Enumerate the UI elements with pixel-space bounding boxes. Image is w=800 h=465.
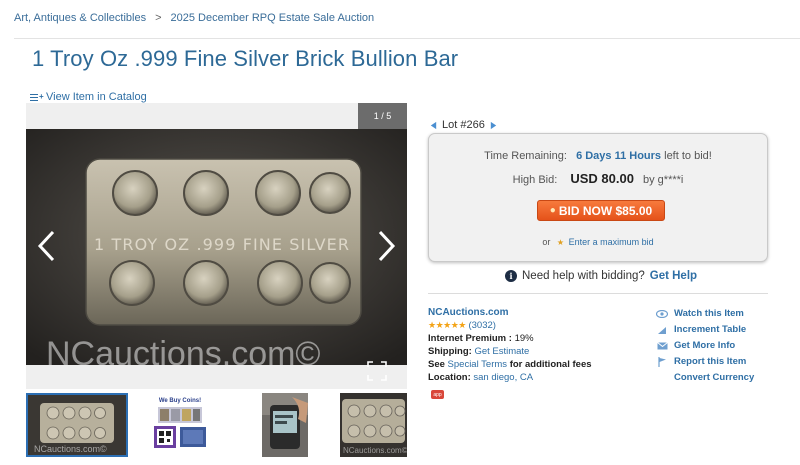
- header-divider: [14, 38, 800, 39]
- bid-bulb-icon: ●: [549, 205, 556, 216]
- premium-value: 19%: [514, 333, 534, 344]
- lot-navigation: Lot #266: [429, 119, 498, 131]
- bid-panel: Time Remaining: 6 Days 11 Hours left to …: [428, 133, 768, 262]
- seller-name-link[interactable]: NCAuctions.com: [428, 307, 509, 318]
- get-more-info-action[interactable]: Get More Info: [656, 338, 754, 354]
- breadcrumb-category[interactable]: Art, Antiques & Collectibles: [14, 12, 146, 24]
- image-viewer: 1 TROY OZ .999 FINE SILVER NCauctions.co…: [26, 103, 407, 389]
- thumbnail-4-watermark: NCauctions.com©: [343, 446, 407, 455]
- photo-watermark: NCauctions.com©: [46, 335, 320, 365]
- breadcrumb-separator: >: [155, 12, 162, 24]
- thumbnail-3-image: [262, 393, 308, 457]
- max-bid-star-icon: ★: [556, 238, 565, 247]
- section-divider: [428, 293, 768, 294]
- shipping-label: Shipping:: [428, 346, 472, 357]
- seller-rating-stars-icon: ★★★★★: [428, 320, 466, 330]
- item-actions: Watch this Item Increment Table Get More…: [656, 306, 754, 386]
- bid-now-button[interactable]: ● BID NOW $85.00: [537, 200, 665, 221]
- increment-table-action[interactable]: Increment Table: [656, 322, 754, 338]
- next-image-arrow[interactable]: [375, 229, 397, 263]
- bidding-help: i Need help with bidding? Get Help: [505, 270, 697, 282]
- max-bid-row: or ★ Enter a maximum bid: [429, 237, 767, 247]
- page-title: 1 Troy Oz .999 Fine Silver Brick Bullion…: [32, 46, 459, 71]
- high-bid-label: High Bid:: [512, 174, 558, 186]
- next-lot-icon[interactable]: [489, 121, 498, 130]
- previous-image-arrow[interactable]: [36, 229, 58, 263]
- time-remaining-suffix: left to bid!: [664, 150, 712, 162]
- help-text: Need help with bidding?: [522, 270, 645, 282]
- time-remaining-value: 6 Days 11 Hours: [576, 150, 662, 162]
- lot-number: Lot #266: [442, 119, 485, 131]
- thumbnail-1-watermark: NCauctions.com©: [34, 444, 107, 454]
- location-label: Location:: [428, 372, 471, 383]
- seller-info: NCAuctions.com ★★★★★ (3032) Internet Pre…: [428, 306, 592, 384]
- convert-currency-label: Convert Currency: [674, 372, 755, 383]
- main-item-photo: 1 TROY OZ .999 FINE SILVER NCauctions.co…: [26, 129, 407, 365]
- get-help-link[interactable]: Get Help: [650, 270, 697, 282]
- thumbnail-1-image: NCauctions.com©: [28, 395, 126, 455]
- thumbnail-1[interactable]: NCauctions.com©: [26, 393, 128, 457]
- previous-lot-icon[interactable]: [429, 121, 438, 130]
- watch-item-action[interactable]: Watch this Item: [656, 306, 754, 322]
- special-terms-link[interactable]: Special Terms: [448, 359, 508, 370]
- get-more-info-label: Get More Info: [674, 340, 736, 351]
- eye-icon: [656, 309, 668, 319]
- thumbnail-4[interactable]: NCauctions.com©: [340, 393, 407, 457]
- high-bid-row: High Bid: USD 80.00 by g****i: [429, 171, 767, 186]
- bid-now-label: BID NOW $85.00: [558, 203, 653, 218]
- thumbnail-strip: NCauctions.com© We Buy Coins! NCauctions…: [26, 393, 407, 457]
- see-label: See: [428, 359, 445, 370]
- currency-icon-placeholder: [656, 373, 668, 383]
- catalog-list-icon: +: [30, 92, 44, 102]
- convert-currency-action[interactable]: Convert Currency: [656, 370, 754, 386]
- high-bid-amount: USD 80.00: [570, 171, 634, 186]
- increment-chart-icon: [656, 325, 668, 335]
- flag-icon: [656, 357, 668, 367]
- app-badge-icon: app: [431, 390, 444, 399]
- premium-label: Internet Premium :: [428, 333, 512, 344]
- high-bidder: by g****i: [643, 174, 684, 186]
- thumbnail-3[interactable]: [262, 393, 308, 457]
- time-remaining-label: Time Remaining:: [484, 150, 567, 162]
- thumbnail-2[interactable]: We Buy Coins!: [150, 393, 210, 457]
- bar-inscription: 1 TROY OZ .999 FINE SILVER: [94, 235, 349, 254]
- thumbnail-4-image: NCauctions.com©: [340, 393, 407, 457]
- fullscreen-icon[interactable]: [367, 361, 387, 381]
- breadcrumb-auction[interactable]: 2025 December RPQ Estate Sale Auction: [171, 12, 375, 24]
- catalog-link-label: View Item in Catalog: [46, 91, 147, 103]
- report-item-action[interactable]: Report this Item: [656, 354, 754, 370]
- thumbnail-2-image: We Buy Coins!: [150, 393, 210, 457]
- max-bid-prefix: or: [542, 237, 551, 247]
- thumbnail-2-caption: We Buy Coins!: [159, 398, 201, 404]
- envelope-icon: [656, 341, 668, 351]
- report-item-label: Report this Item: [674, 356, 747, 367]
- shipping-estimate-link[interactable]: Get Estimate: [474, 346, 529, 357]
- time-remaining-row: Time Remaining: 6 Days 11 Hours left to …: [429, 150, 767, 162]
- location-value[interactable]: san diego, CA: [473, 372, 533, 383]
- terms-suffix: for additional fees: [509, 359, 592, 370]
- image-counter: 1 / 5: [358, 103, 407, 129]
- breadcrumb: Art, Antiques & Collectibles >2025 Decemb…: [14, 12, 374, 24]
- seller-rating-count[interactable]: (3032): [468, 320, 495, 331]
- view-in-catalog-link[interactable]: + View Item in Catalog: [30, 91, 147, 103]
- watch-item-label: Watch this Item: [674, 308, 744, 319]
- increment-table-label: Increment Table: [674, 324, 747, 335]
- enter-max-bid-link[interactable]: Enter a maximum bid: [569, 237, 654, 247]
- info-icon: i: [505, 270, 517, 282]
